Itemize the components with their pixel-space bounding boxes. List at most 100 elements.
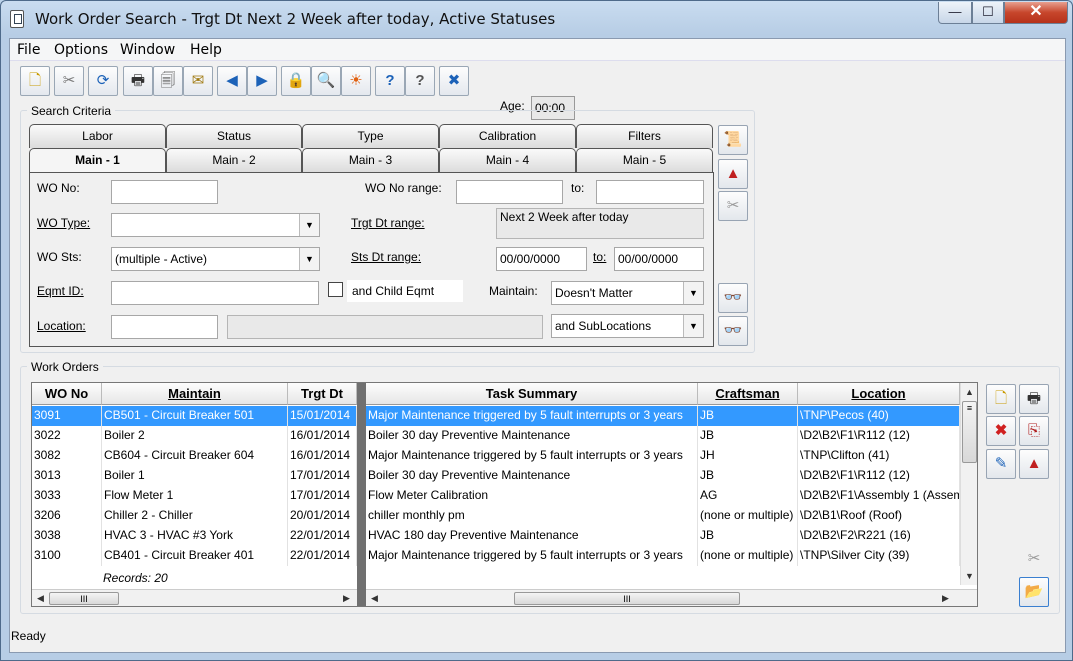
email-icon[interactable]: ✉ <box>183 66 213 96</box>
eqmt-id-input[interactable] <box>111 281 319 305</box>
wo-no-range-to-input[interactable] <box>596 180 704 204</box>
disconnect-icon[interactable]: ✂ <box>1019 544 1049 574</box>
cell-maintain: CB501 - Circuit Breaker 501 <box>102 406 288 426</box>
location-label[interactable]: Location: <box>37 319 86 333</box>
help-window-icon[interactable]: ? <box>405 66 435 96</box>
edit-icon[interactable]: ✎ <box>986 449 1016 479</box>
hscroll-left-thumb[interactable]: III <box>49 592 119 605</box>
tab-labor[interactable]: Labor <box>29 124 166 148</box>
eqmt-id-label[interactable]: Eqmt ID: <box>37 284 84 298</box>
sts-dt-to-input[interactable]: 00/00/0000 <box>614 247 704 271</box>
table-row[interactable]: 3206 Chiller 2 - Chiller 20/01/2014 chiller… <box>32 506 960 526</box>
col-header-wo-no[interactable]: WO No <box>32 383 102 405</box>
wo-type-label[interactable]: WO Type: <box>37 216 90 230</box>
search-globe-icon[interactable]: 🔍 <box>311 66 341 96</box>
table-row[interactable]: 3082 CB604 - Circuit Breaker 604 16/01/201… <box>32 446 960 466</box>
shapes-icon[interactable]: ▲ <box>1019 449 1049 479</box>
col-header-trgt-dt[interactable]: Trgt Dt <box>288 383 357 405</box>
minimize-button[interactable]: — <box>938 2 972 24</box>
binoculars-icon[interactable]: 👓 <box>718 283 748 313</box>
table-row[interactable]: 3100 CB401 - Circuit Breaker 401 22/01/201… <box>32 546 960 566</box>
sunrise-icon[interactable]: ☀ <box>341 66 371 96</box>
scroll-up-icon[interactable]: ▲ <box>965 387 974 397</box>
chevron-down-icon[interactable]: ▼ <box>299 214 319 236</box>
sts-dt-range-label[interactable]: Sts Dt range: <box>351 250 421 264</box>
open-folder-icon[interactable]: 📂 <box>1019 577 1049 607</box>
new-work-order-icon[interactable]: 🗋 <box>986 384 1016 414</box>
close-button[interactable]: ✕ <box>1004 2 1068 24</box>
grid-splitter[interactable] <box>357 383 366 606</box>
tab-main-3[interactable]: Main - 3 <box>302 148 439 172</box>
scroll-down-icon[interactable]: ▼ <box>965 571 974 581</box>
table-row[interactable]: 3013 Boiler 1 17/01/2014 Boiler 30 day Prev… <box>32 466 960 486</box>
scroll-right-icon[interactable]: ▶ <box>343 593 350 604</box>
menu-options[interactable]: Options <box>54 42 108 58</box>
records-count: Records: 20 <box>103 571 168 585</box>
hscroll-right-thumb[interactable]: III <box>514 592 740 605</box>
wo-no-label: WO No: <box>37 181 80 195</box>
sts-dt-from-input[interactable]: 00/00/0000 <box>496 247 587 271</box>
table-row[interactable]: 3038 HVAC 3 - HVAC #3 York 22/01/2014 HVAC … <box>32 526 960 546</box>
wo-no-range-from-input[interactable] <box>456 180 563 204</box>
location-input[interactable] <box>111 315 218 339</box>
chevron-down-icon[interactable]: ▼ <box>683 282 703 304</box>
scroll-icon[interactable]: 📜 <box>718 125 748 155</box>
right-horizontal-scrollbar[interactable]: ◀ III ▶ <box>366 589 977 606</box>
close-x-icon[interactable]: ✖ <box>439 66 469 96</box>
cell-trgt-dt: 22/01/2014 <box>288 546 357 566</box>
help-icon[interactable]: ? <box>375 66 405 96</box>
chevron-down-icon[interactable]: ▼ <box>683 315 703 337</box>
table-row[interactable]: 3091 CB501 - Circuit Breaker 501 15/01/201… <box>32 406 960 426</box>
vertical-scrollbar[interactable]: ▲ ≡ ▼ <box>960 383 977 585</box>
client-area: File Options Window Help 🗋 ✂ ⟳ 🖶 🗐 ✉ ◀ ▶… <box>9 38 1066 653</box>
import-icon[interactable]: ⎘ <box>1019 416 1049 446</box>
tab-main-2[interactable]: Main - 2 <box>166 148 302 172</box>
tab-filters[interactable]: Filters <box>576 124 713 148</box>
refresh-icon[interactable]: ⟳ <box>88 66 118 96</box>
delete-icon[interactable]: ✖ <box>986 416 1016 446</box>
vscroll-thumb[interactable]: ≡ <box>962 401 977 463</box>
sublocations-combo[interactable]: and SubLocations ▼ <box>551 314 704 338</box>
table-row[interactable]: 3022 Boiler 2 16/01/2014 Boiler 30 day Prev… <box>32 426 960 446</box>
print-icon[interactable]: 🖶 <box>123 66 153 96</box>
maximize-button[interactable]: ☐ <box>972 2 1004 24</box>
scroll-right-icon[interactable]: ▶ <box>942 593 949 604</box>
disconnect-icon[interactable]: ✂ <box>54 66 84 96</box>
print-preview-icon[interactable]: 🗐 <box>153 66 183 96</box>
col-header-task-summary[interactable]: Task Summary <box>366 383 698 405</box>
left-horizontal-scrollbar[interactable]: ◀ III ▶ <box>32 589 357 606</box>
forward-icon[interactable]: ▶ <box>247 66 277 96</box>
menu-window[interactable]: Window <box>120 42 175 58</box>
scroll-left-icon[interactable]: ◀ <box>37 593 44 604</box>
wo-type-combo[interactable]: ▼ <box>111 213 320 237</box>
print-icon[interactable]: 🖶 <box>1019 384 1049 414</box>
col-header-maintain[interactable]: Maintain <box>102 383 288 405</box>
table-row[interactable]: 3033 Flow Meter 1 17/01/2014 Flow Meter Cal… <box>32 486 960 506</box>
binoculars-icon[interactable]: 👓 <box>718 316 748 346</box>
sts-dt-to-label[interactable]: to: <box>593 250 606 264</box>
col-header-location[interactable]: Location <box>798 383 960 405</box>
tab-status[interactable]: Status <box>166 124 302 148</box>
title-bar[interactable]: Work Order Search - Trgt Dt Next 2 Week … <box>1 1 1072 37</box>
tab-main-1[interactable]: Main - 1 <box>29 148 166 173</box>
tab-calibration[interactable]: Calibration <box>439 124 576 148</box>
tab-main-4[interactable]: Main - 4 <box>439 148 576 172</box>
wo-sts-combo[interactable]: (multiple - Active) ▼ <box>111 247 320 271</box>
menu-file[interactable]: File <box>17 42 40 58</box>
tab-type[interactable]: Type <box>302 124 439 148</box>
maintain-combo[interactable]: Doesn't Matter ▼ <box>551 281 704 305</box>
scroll-left-icon[interactable]: ◀ <box>371 593 378 604</box>
back-icon[interactable]: ◀ <box>217 66 247 96</box>
disconnect-icon[interactable]: ✂ <box>718 191 748 221</box>
chevron-down-icon[interactable]: ▼ <box>299 248 319 270</box>
cell-wo-no: 3033 <box>32 486 102 506</box>
lock-icon[interactable]: 🔒 <box>281 66 311 96</box>
col-header-craftsman[interactable]: Craftsman <box>698 383 798 405</box>
child-eqmt-checkbox[interactable] <box>328 282 343 297</box>
shapes-icon[interactable]: ▲ <box>718 159 748 189</box>
trgt-dt-range-label[interactable]: Trgt Dt range: <box>351 216 425 230</box>
wo-no-input[interactable] <box>111 180 218 204</box>
new-document-icon[interactable]: 🗋 <box>20 66 50 96</box>
menu-help[interactable]: Help <box>190 42 222 58</box>
tab-main-5[interactable]: Main - 5 <box>576 148 713 172</box>
